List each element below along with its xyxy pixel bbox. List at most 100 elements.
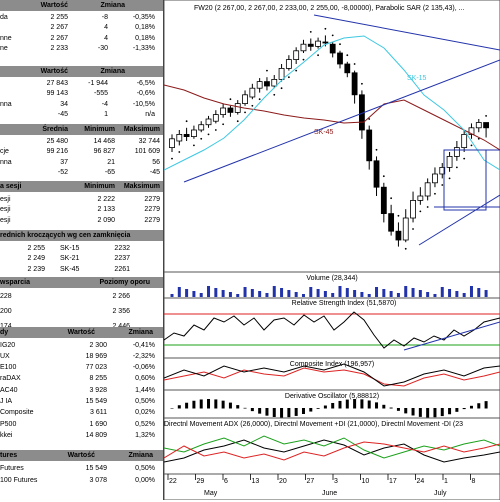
volume-bar [367, 294, 371, 297]
index-value: 18 969 [85, 352, 107, 360]
volume-bar [375, 287, 379, 297]
candle-body [212, 114, 219, 122]
index-row[interactable]: Composite 3 611 0,02% [0, 408, 163, 418]
ma-name: SK-45 [60, 265, 80, 273]
stats-row[interactable]: -52 -65 -45 [0, 168, 163, 178]
volume-bar [316, 289, 320, 297]
volume-value: 27 843 [46, 79, 68, 87]
session-row[interactable]: esji 2 222 2279 [0, 194, 163, 204]
futures-row[interactable]: 100 Futures 3 078 0,00% [0, 475, 163, 485]
stats-min: -65 [104, 169, 115, 176]
ma-row[interactable]: 2 239 SK-45 2261 [0, 264, 163, 274]
index-row[interactable]: IG20 2 300 -0,41% [0, 340, 163, 350]
volume-bar [207, 286, 211, 297]
col-header-change: Zmiana [128, 452, 153, 459]
support-header-label: wsparcia [0, 279, 30, 286]
index-pct: -2,32% [132, 352, 155, 360]
sar-dot [229, 98, 232, 101]
deriv-bar [272, 408, 276, 417]
date-label: 3 [334, 478, 338, 485]
deriv-bar [243, 407, 247, 409]
quote-pct: 0,18% [135, 24, 155, 31]
volume-row[interactable]: -45 1 n/a [0, 110, 163, 120]
quote-row[interactable]: 2 267 4 0,18% [0, 23, 163, 33]
volume-bar [243, 287, 247, 297]
index-row[interactable]: E100 77 023 -0,06% [0, 363, 163, 373]
support-row[interactable]: 228 2 266 [0, 291, 163, 301]
volume-bar [258, 291, 262, 297]
ma-name: SK-21 [60, 255, 80, 262]
deriv-bar [258, 408, 262, 414]
index-name: IG20 [0, 341, 16, 349]
volume-bar [199, 293, 203, 297]
col-header-change: Zmiana [100, 68, 125, 75]
index-name: Composite [0, 409, 34, 417]
index-name: raDAX [0, 375, 21, 383]
deriv-bar [462, 408, 466, 410]
indices-header: dy Wartość Zmiana [0, 327, 163, 338]
stats-row[interactable]: cje 99 216 96 827 101 609 [0, 147, 163, 157]
session-row[interactable]: esji 2 133 2279 [0, 205, 163, 215]
index-value: 77 023 [85, 364, 107, 372]
col-header-value: Wartość [67, 329, 95, 336]
session-max: 2279 [144, 216, 160, 224]
deriv-bar [382, 404, 386, 409]
index-row[interactable]: kkei 14 809 1,32% [0, 430, 163, 440]
session-header-label: a sesji [0, 183, 22, 190]
deriv-bar [375, 402, 379, 409]
candle-body [410, 199, 416, 219]
volume-row[interactable]: 27 843 -1 944 -6,5% [0, 78, 163, 88]
futures-row[interactable]: Futures 15 549 0,50% [0, 463, 163, 473]
index-name: kkei [0, 431, 13, 439]
volume-bar [192, 291, 196, 297]
sar-dot [309, 30, 312, 33]
volume-bar [396, 293, 400, 297]
volume-bar [455, 291, 459, 297]
deriv-bar [185, 402, 189, 409]
index-row[interactable]: raDAX 8 255 0,60% [0, 374, 163, 384]
chart-area: FW20 (2 267,00, 2 267,00, 2 233,00, 2 25… [163, 0, 500, 501]
index-pct: 0,52% [135, 420, 155, 428]
volume-bar [287, 290, 291, 297]
volume-bar [331, 293, 335, 297]
volume-bar [272, 286, 276, 297]
date-label: 17 [389, 478, 397, 485]
support-row[interactable]: 200 2 356 [0, 306, 163, 316]
index-row[interactable]: UX 18 969 -2,32% [0, 351, 163, 361]
date-label: 29 [197, 478, 205, 485]
stats-min: 14 468 [93, 137, 115, 145]
col-header-change: Zmiana [100, 2, 125, 9]
ma-row[interactable]: 2 255 SK-15 2232 [0, 243, 163, 253]
index-pct: -0,41% [132, 341, 155, 349]
month-label: May [204, 490, 218, 497]
quote-value: 2 255 [50, 13, 68, 21]
stats-row[interactable]: nna 37 21 56 [0, 157, 163, 167]
quote-value: 2 233 [50, 45, 68, 52]
volume-pct: -10,5% [132, 100, 155, 108]
volume-change: -4 [101, 100, 108, 108]
index-value: 15 549 [85, 398, 107, 405]
session-row[interactable]: esji 2 090 2279 [0, 215, 163, 225]
quote-row[interactable]: da 2 255 -8 -0,35% [0, 12, 163, 22]
quote-change: 4 [104, 24, 108, 31]
volume-row[interactable]: 99 143 -555 -0,6% [0, 89, 163, 99]
sar-dot [412, 228, 414, 230]
index-row[interactable]: AC40 3 928 1,44% [0, 385, 163, 395]
deriv-bar [236, 405, 240, 409]
deriv-bar [280, 408, 284, 418]
sar-dot [193, 144, 195, 147]
index-row[interactable]: P500 1 690 0,52% [0, 419, 163, 429]
sar-dot [434, 192, 436, 195]
futures-pct: 0,50% [135, 464, 155, 472]
stats-row[interactable]: 25 480 14 468 32 744 [0, 136, 163, 146]
quote-value: 2 267 [50, 34, 68, 42]
index-value: 2 300 [89, 341, 107, 349]
volume-row[interactable]: nna 34 -4 -10,5% [0, 99, 163, 109]
quote-row[interactable]: nne 2 267 4 0,18% [0, 33, 163, 43]
candle-body [227, 107, 234, 113]
index-row[interactable]: J IA 15 549 0,50% [0, 397, 163, 407]
ma-row[interactable]: 2 249 SK-21 2237 [0, 254, 163, 264]
quote-row[interactable]: ne 2 233 -30 -1,33% [0, 44, 163, 54]
candle-body [380, 186, 387, 214]
candle-body [432, 173, 438, 184]
